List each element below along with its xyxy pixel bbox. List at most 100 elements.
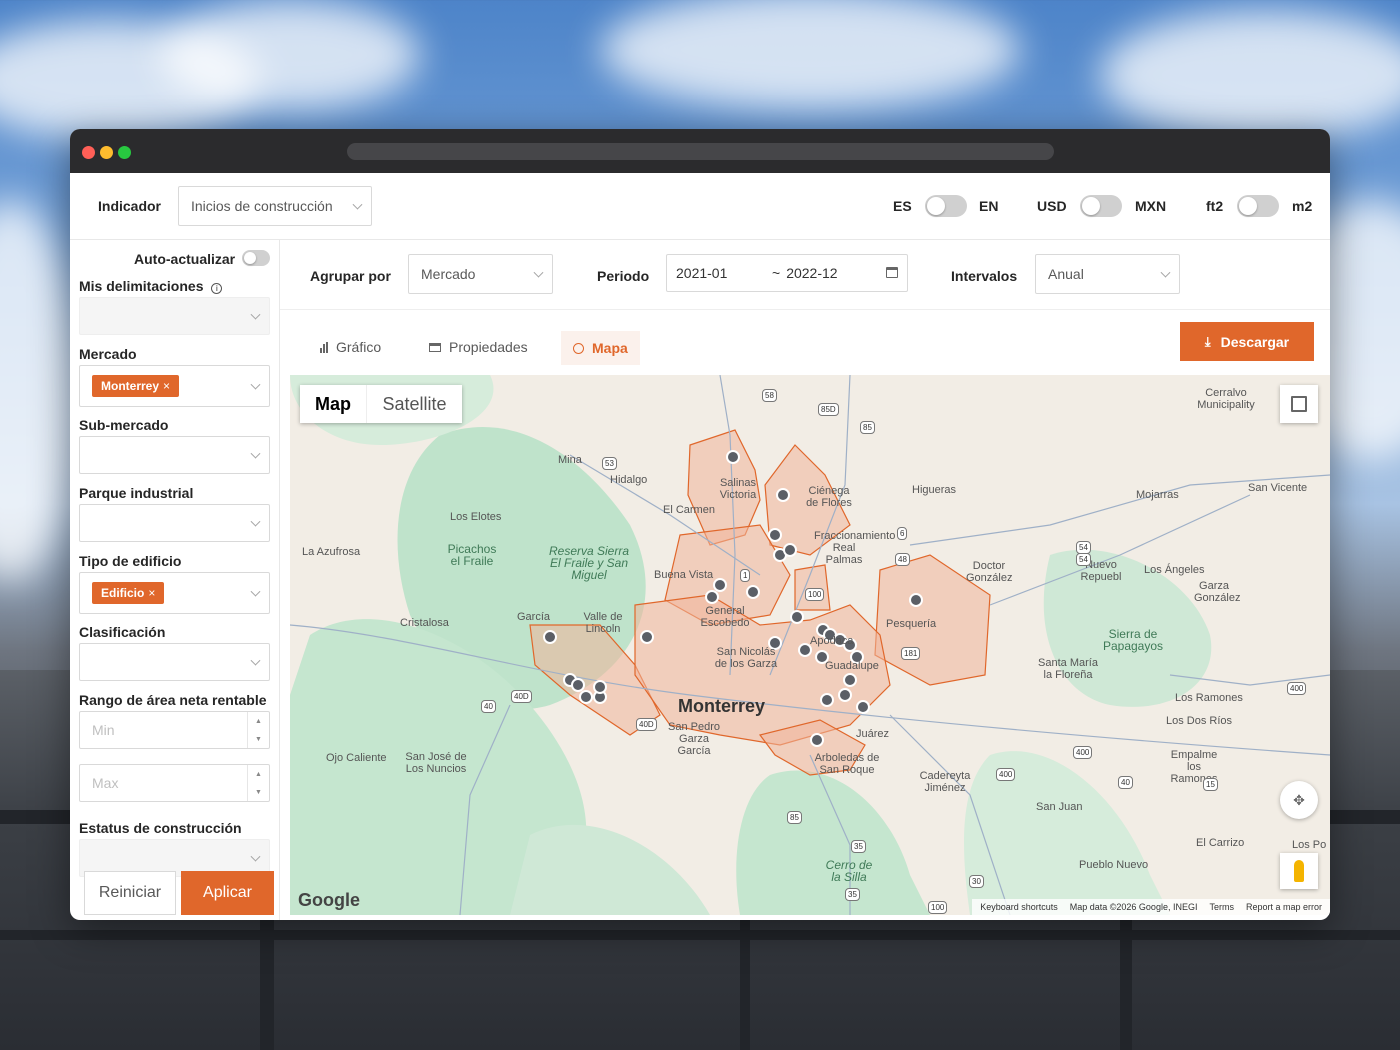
- place-label: Pueblo Nuevo: [1079, 859, 1149, 871]
- min-stepper[interactable]: ▲ ▼: [247, 712, 269, 748]
- place-label: Santa María la Floreña: [1038, 657, 1098, 681]
- submarket-select[interactable]: [79, 436, 270, 474]
- map-data-credit: Map data ©2026 Google, INEGI: [1069, 902, 1198, 912]
- filter-sidebar: Auto-actualizar Mis delimitaciones i Mer…: [70, 240, 280, 920]
- place-label: Cristalosa: [400, 617, 449, 629]
- reset-button[interactable]: Reiniciar: [84, 871, 176, 915]
- delimitations-select[interactable]: [79, 297, 270, 335]
- period-start[interactable]: 2021-01: [676, 265, 772, 281]
- caret-up-icon[interactable]: ▲: [255, 718, 262, 725]
- highway-shield: 85: [860, 421, 875, 434]
- highway-shield: 54: [1076, 553, 1091, 566]
- caret-down-icon[interactable]: ▼: [255, 789, 262, 796]
- area-max-placeholder: Max: [92, 775, 119, 791]
- classification-select[interactable]: [79, 643, 270, 681]
- maximize-window-button[interactable]: [118, 146, 131, 159]
- area-min-input[interactable]: Min ▲ ▼: [79, 711, 270, 749]
- chevron-down-icon: [1160, 267, 1171, 278]
- tab-properties[interactable]: Propiedades: [429, 339, 528, 355]
- place-label: La Azufrosa: [302, 546, 361, 558]
- terms-link[interactable]: Terms: [1209, 902, 1234, 912]
- place-label: Ojo Caliente: [326, 752, 387, 764]
- currency-toggle[interactable]: [1080, 195, 1122, 217]
- group-by-select[interactable]: Mercado: [408, 254, 553, 294]
- close-window-button[interactable]: [82, 146, 95, 159]
- market-tag[interactable]: Monterrey ×: [92, 375, 180, 397]
- max-stepper[interactable]: ▲ ▼: [247, 765, 269, 801]
- place-label: Mojarras: [1136, 489, 1179, 501]
- place-label: Fraccionamiento Real Palmas: [814, 530, 896, 566]
- highway-shield: 54: [1076, 541, 1091, 554]
- place-label: Garza González: [1194, 580, 1241, 604]
- download-button[interactable]: ⤓ Descargar: [1180, 322, 1314, 361]
- pegman-icon: [1294, 860, 1304, 882]
- group-by-value: Mercado: [421, 266, 476, 282]
- area-min-placeholder: Min: [92, 722, 115, 738]
- period-separator: ~: [772, 265, 781, 281]
- fullscreen-icon: [1291, 396, 1307, 412]
- app-window: Indicador Inicios de construcción ES EN …: [70, 129, 1330, 920]
- park-label: Parque industrial: [79, 485, 194, 501]
- map-type-satellite-button[interactable]: Satellite: [366, 385, 462, 423]
- market-select[interactable]: Monterrey ×: [79, 365, 270, 407]
- area-ft2-label: ft2: [1206, 198, 1224, 214]
- remove-tag-icon[interactable]: ×: [163, 379, 170, 393]
- classification-label: Clasificación: [79, 624, 166, 640]
- caret-down-icon[interactable]: ▼: [255, 736, 262, 743]
- auto-update-label: Auto-actualizar: [134, 251, 236, 267]
- highway-shield: 6: [897, 527, 908, 540]
- building-type-tag[interactable]: Edificio ×: [92, 582, 165, 604]
- apply-button[interactable]: Aplicar: [181, 871, 274, 915]
- area-unit-toggle[interactable]: [1237, 195, 1279, 217]
- download-icon: ⤓: [1204, 333, 1211, 349]
- place-label: Valle de Lincoln: [583, 611, 623, 635]
- chevron-down-icon: [352, 199, 363, 210]
- chevron-down-icon: [250, 516, 261, 527]
- chevron-down-icon: [250, 309, 261, 320]
- remove-tag-icon[interactable]: ×: [148, 586, 155, 600]
- lang-en-label: EN: [979, 198, 999, 214]
- address-bar[interactable]: [347, 143, 1054, 160]
- highway-shield: 400: [1287, 682, 1307, 695]
- calendar-icon[interactable]: [886, 267, 898, 278]
- highway-shield: 58: [762, 389, 777, 402]
- highway-shield: 400: [1073, 746, 1093, 759]
- place-label: Pesquería: [886, 618, 937, 630]
- minimize-window-button[interactable]: [100, 146, 113, 159]
- place-label: Los Elotes: [450, 511, 502, 523]
- street-view-pegman[interactable]: [1280, 853, 1318, 889]
- indicator-label: Indicador: [98, 198, 162, 214]
- bar-chart-icon: [320, 341, 328, 353]
- report-error-link[interactable]: Report a map error: [1246, 902, 1322, 912]
- auto-update-toggle[interactable]: [242, 250, 270, 266]
- top-bar: Indicador Inicios de construcción ES EN …: [70, 173, 1330, 240]
- building-type-select[interactable]: Edificio ×: [79, 572, 270, 614]
- chevron-down-icon: [250, 851, 261, 862]
- highway-shield: 40D: [636, 718, 657, 731]
- map-type-map-button[interactable]: Map: [300, 385, 366, 423]
- period-end[interactable]: 2022-12: [786, 265, 837, 281]
- place-label: San José de Los Nuncios: [405, 751, 467, 775]
- indicator-select[interactable]: Inicios de construcción: [178, 186, 372, 226]
- park-select[interactable]: [79, 504, 270, 542]
- construction-status-label: Estatus de construcción: [79, 820, 242, 836]
- highway-shield: 35: [845, 888, 860, 901]
- tab-map[interactable]: Mapa: [561, 331, 640, 365]
- place-label: Sierra de Papagayos: [1102, 627, 1164, 653]
- keyboard-shortcuts-link[interactable]: Keyboard shortcuts: [980, 902, 1058, 912]
- place-label: San Nicolás de los Garza: [714, 646, 778, 670]
- language-toggle[interactable]: [925, 195, 967, 217]
- map-attribution: Keyboard shortcuts Map data ©2026 Google…: [972, 899, 1330, 915]
- main-panel: Agrupar por Mercado Periodo 2021-01 ~ 20…: [280, 240, 1330, 920]
- interval-select[interactable]: Anual: [1035, 254, 1180, 294]
- highway-shield: 100: [805, 588, 825, 601]
- caret-up-icon[interactable]: ▲: [255, 771, 262, 778]
- area-max-input[interactable]: Max ▲ ▼: [79, 764, 270, 802]
- tab-chart[interactable]: Gráfico: [320, 339, 381, 355]
- place-label: Arboledas de San Roque: [814, 752, 880, 776]
- map-pan-control[interactable]: ✥: [1280, 781, 1318, 819]
- place-label: Guadalupe: [825, 660, 879, 672]
- map-view[interactable]: Map Satellite ✥ Monterrey San Pedro Garz…: [290, 375, 1330, 915]
- fullscreen-button[interactable]: [1280, 385, 1318, 423]
- period-range-picker[interactable]: 2021-01 ~ 2022-12: [666, 254, 908, 292]
